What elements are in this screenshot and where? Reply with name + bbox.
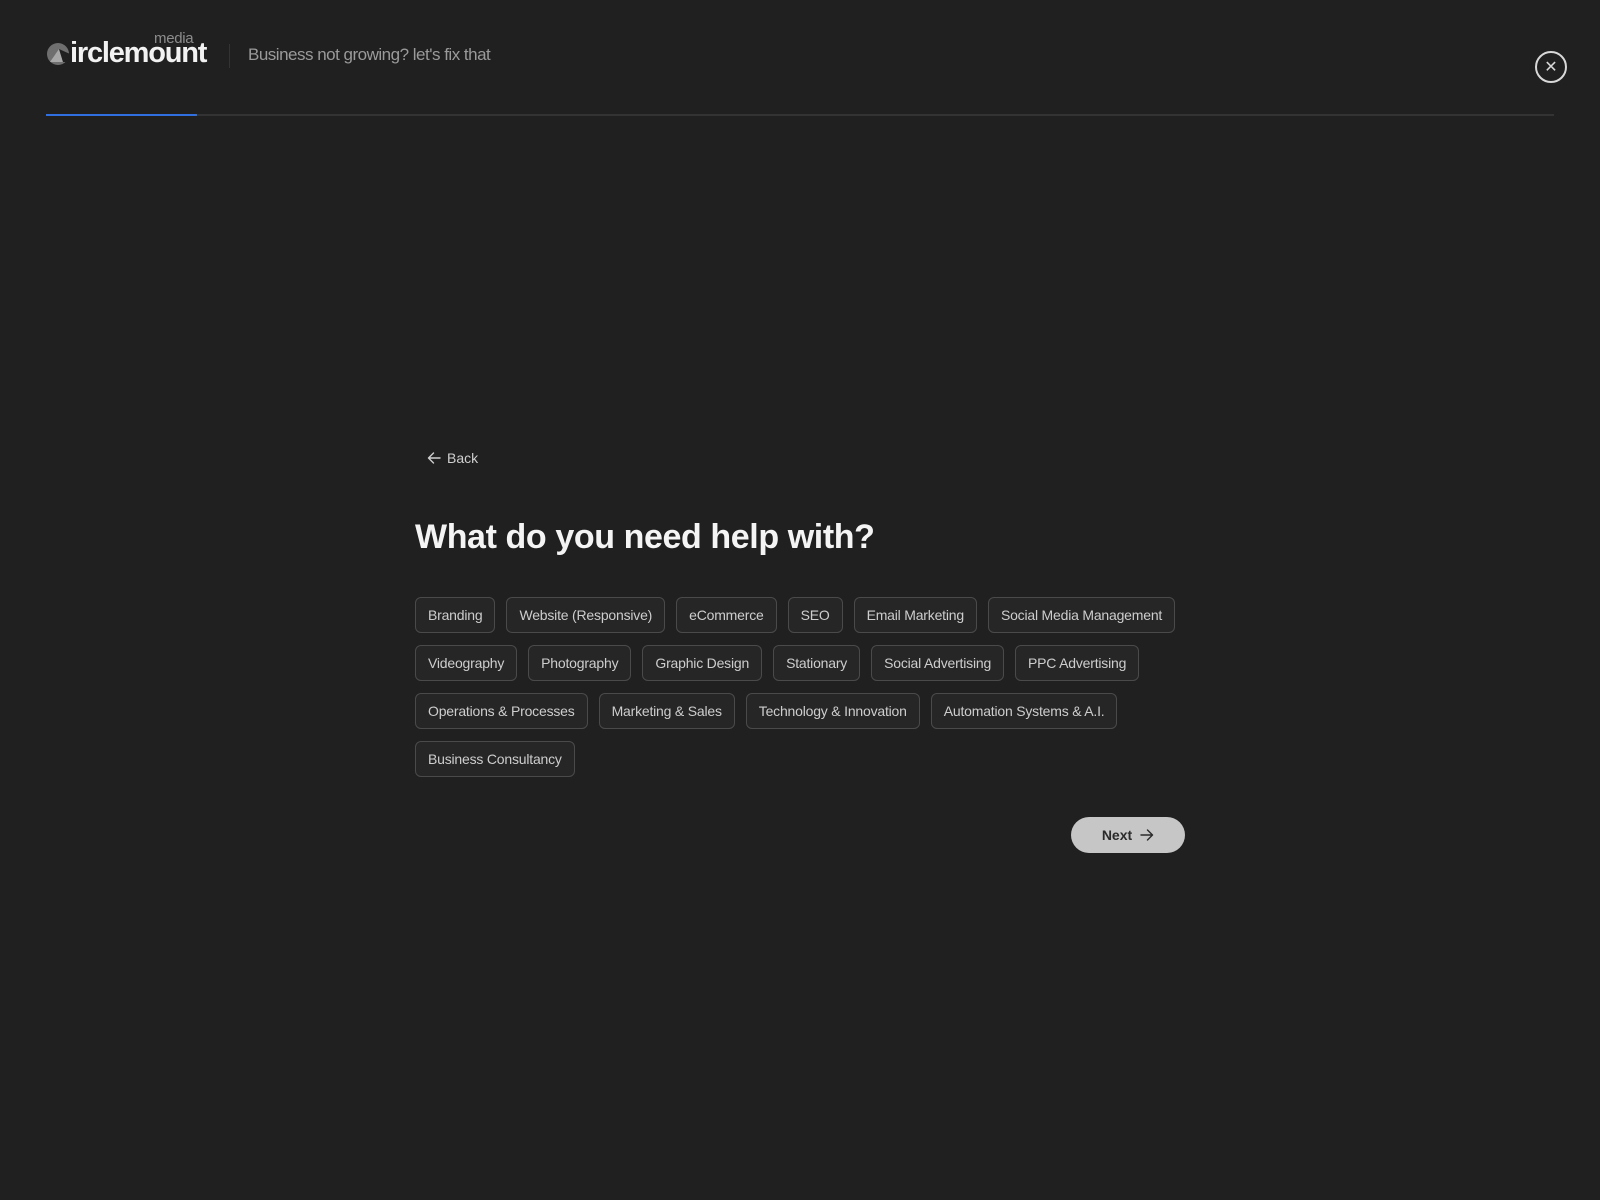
header: irclemount media Business not growing? l… bbox=[0, 0, 1600, 116]
tagline: Business not growing? let's fix that bbox=[248, 45, 491, 64]
option-chip[interactable]: SEO bbox=[787, 597, 843, 633]
footer-row: Next bbox=[415, 817, 1185, 853]
option-chip[interactable]: Marketing & Sales bbox=[598, 693, 735, 729]
option-chip[interactable]: Social Advertising bbox=[871, 645, 1005, 681]
logo[interactable]: irclemount media bbox=[46, 30, 210, 70]
question-title: What do you need help with? bbox=[415, 518, 875, 556]
back-label: Back bbox=[447, 450, 479, 466]
option-chip[interactable]: Operations & Processes bbox=[415, 693, 588, 729]
circle-mountain-logo-icon bbox=[47, 43, 70, 65]
option-chip[interactable]: PPC Advertising bbox=[1015, 645, 1140, 681]
question-panel: Back What do you need help with? Brandin… bbox=[415, 450, 1185, 853]
option-chip[interactable]: eCommerce bbox=[676, 597, 777, 633]
arrow-left-icon bbox=[427, 452, 441, 464]
options-list: Branding Website (Responsive) eCommerce SEO… bbox=[415, 597, 1185, 777]
close-button[interactable]: ✕ bbox=[1535, 51, 1567, 83]
arrow-right-icon bbox=[1140, 829, 1154, 841]
header-divider bbox=[229, 44, 230, 68]
option-chip[interactable]: Stationary bbox=[773, 645, 861, 681]
option-chip[interactable]: Videography bbox=[415, 645, 518, 681]
close-icon: ✕ bbox=[1544, 59, 1558, 76]
back-button[interactable]: Back bbox=[427, 450, 478, 466]
option-chip[interactable]: Email Marketing bbox=[853, 597, 977, 633]
option-chip[interactable]: Photography bbox=[528, 645, 632, 681]
next-label: Next bbox=[1101, 827, 1133, 843]
option-chip[interactable]: Technology & Innovation bbox=[745, 693, 920, 729]
option-chip[interactable]: Website (Responsive) bbox=[506, 597, 666, 633]
option-chip[interactable]: Branding bbox=[415, 597, 496, 633]
option-chip[interactable]: Graphic Design bbox=[642, 645, 763, 681]
option-chip[interactable]: Business Consultancy bbox=[415, 741, 575, 777]
next-button[interactable]: Next bbox=[1071, 817, 1185, 853]
option-chip[interactable]: Social Media Management bbox=[987, 597, 1176, 633]
logo-subtext: media bbox=[154, 30, 194, 47]
option-chip[interactable]: Automation Systems & A.I. bbox=[930, 693, 1118, 729]
progress-bar bbox=[46, 114, 1554, 116]
progress-fill bbox=[46, 114, 197, 116]
